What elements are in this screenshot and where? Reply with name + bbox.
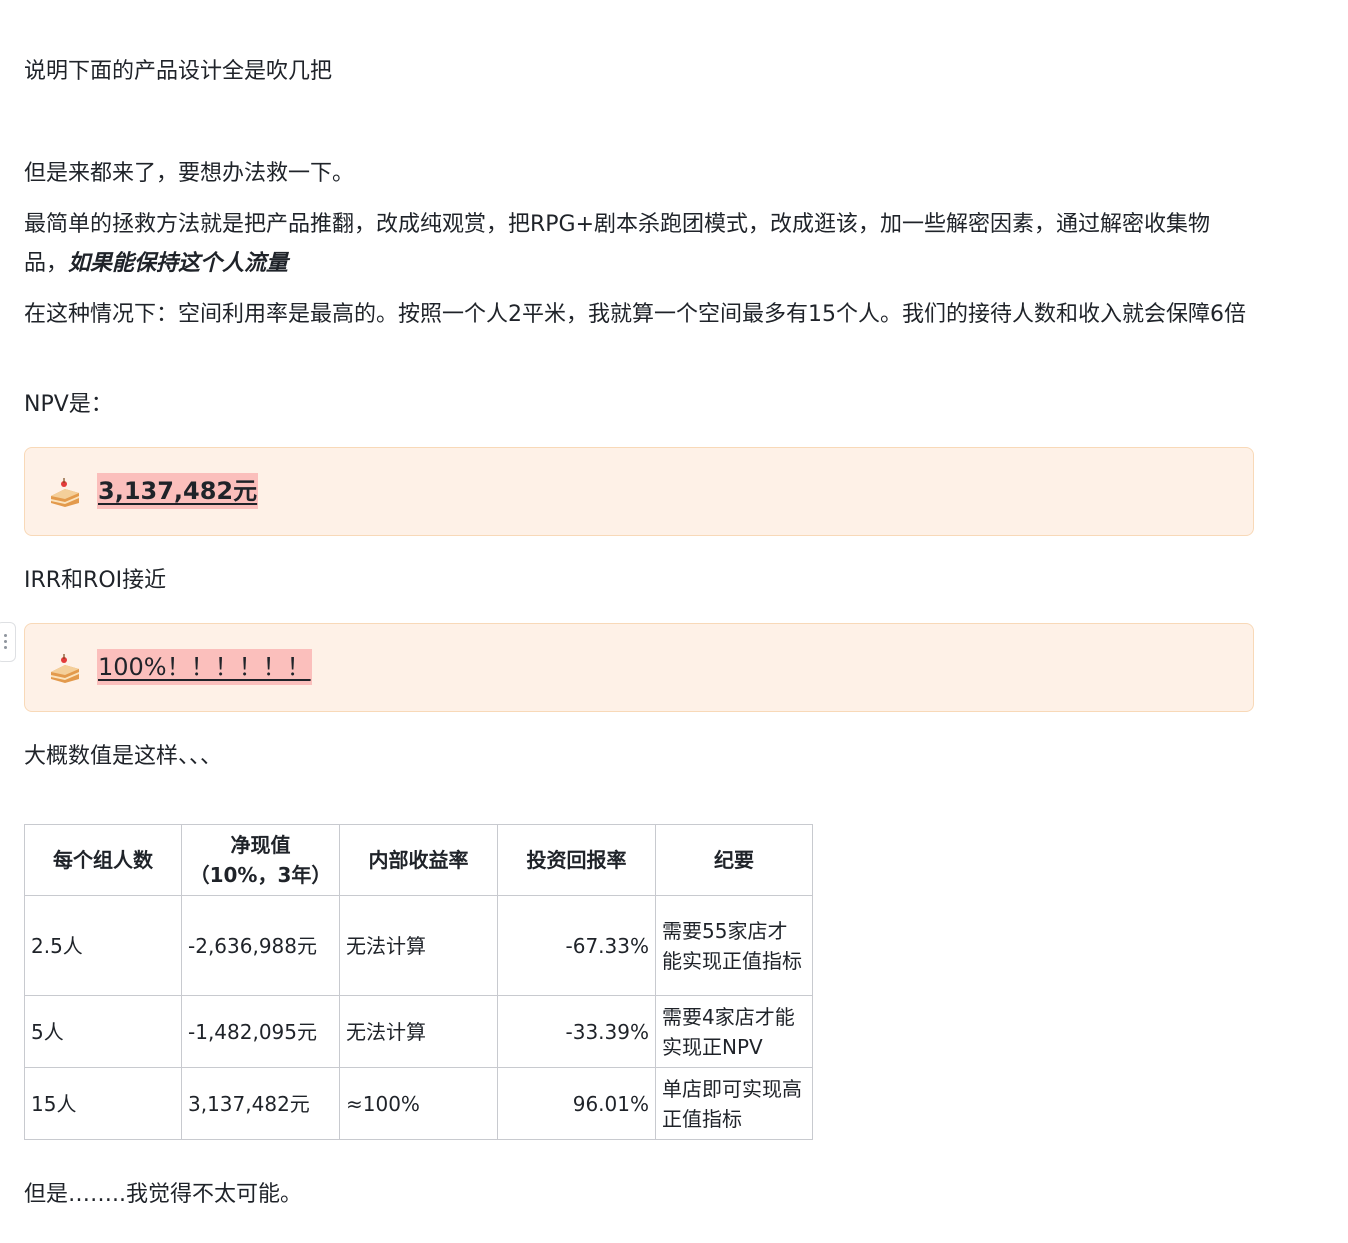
header-npv: 净现值 （10%，3年） bbox=[181, 824, 340, 896]
cell-irr: 无法计算 bbox=[339, 995, 498, 1068]
callout-npv: 3,137,482元 bbox=[24, 447, 1254, 536]
cell-notes: 需要4家店才能实现正NPV bbox=[655, 995, 813, 1068]
cell-irr: 无法计算 bbox=[339, 895, 498, 996]
cake-icon bbox=[51, 478, 79, 507]
table-header-row: 每个组人数 净现值 （10%，3年） 内部收益率 投资回报率 纪要 bbox=[24, 824, 813, 896]
paragraph-method: 最简单的拯救方法就是把产品推翻，改成纯观赏，把RPG+剧本杀跑团模式，改成逛该，… bbox=[24, 205, 1254, 283]
block-drag-handle[interactable] bbox=[0, 622, 16, 662]
irr-value: 100%！！！！！！ bbox=[97, 649, 312, 685]
header-irr: 内部收益率 bbox=[339, 824, 498, 896]
paragraph-irr-label: IRR和ROI接近 bbox=[24, 568, 167, 593]
cell-npv: -1,482,095元 bbox=[181, 995, 340, 1068]
cell-roi: 96.01% bbox=[497, 1067, 656, 1140]
header-notes: 纪要 bbox=[655, 824, 813, 896]
cell-group-size: 5人 bbox=[24, 995, 182, 1068]
paragraph-rescue: 但是来都来了，要想办法救一下。 bbox=[24, 161, 355, 186]
scenario-table: 每个组人数 净现值 （10%，3年） 内部收益率 投资回报率 纪要 2.5人 -… bbox=[24, 824, 813, 1140]
paragraph-closing: 但是……..我觉得不太可能。 bbox=[24, 1182, 302, 1207]
table-row: 5人 -1,482,095元 无法计算 -33.39% 需要4家店才能实现正NP… bbox=[24, 995, 813, 1068]
table-row: 15人 3,137,482元 ≈100% 96.01% 单店即可实现高正值指标 bbox=[24, 1067, 813, 1140]
header-roi: 投资回报率 bbox=[497, 824, 656, 896]
table-row: 2.5人 -2,636,988元 无法计算 -67.33% 需要55家店才能实现… bbox=[24, 895, 813, 996]
cell-npv: 3,137,482元 bbox=[181, 1067, 340, 1140]
callout-irr: 100%！！！！！！ bbox=[24, 623, 1254, 712]
cell-roi: -33.39% bbox=[497, 995, 656, 1068]
header-group-size: 每个组人数 bbox=[24, 824, 182, 896]
cell-group-size: 15人 bbox=[24, 1067, 182, 1140]
cake-icon bbox=[51, 654, 79, 683]
cell-notes: 需要55家店才能实现正值指标 bbox=[655, 895, 813, 996]
cell-roi: -67.33% bbox=[497, 895, 656, 996]
paragraph-space-utilization: 在这种情况下：空间利用率是最高的。按照一个人2平米，我就算一个空间最多有15个人… bbox=[24, 302, 1246, 327]
cell-irr: ≈100% bbox=[339, 1067, 498, 1140]
paragraph-table-intro: 大概数值是这样、、、 bbox=[24, 744, 223, 769]
cell-notes: 单店即可实现高正值指标 bbox=[655, 1067, 813, 1140]
cell-group-size: 2.5人 bbox=[24, 895, 182, 996]
paragraph-npv-label: NPV是： bbox=[24, 392, 113, 417]
cell-npv: -2,636,988元 bbox=[181, 895, 340, 996]
npv-value: 3,137,482元 bbox=[97, 473, 259, 509]
paragraph-intro: 说明下面的产品设计全是吹几把 bbox=[24, 59, 333, 84]
method-emphasis: 如果能保持这个人流量 bbox=[68, 251, 289, 276]
